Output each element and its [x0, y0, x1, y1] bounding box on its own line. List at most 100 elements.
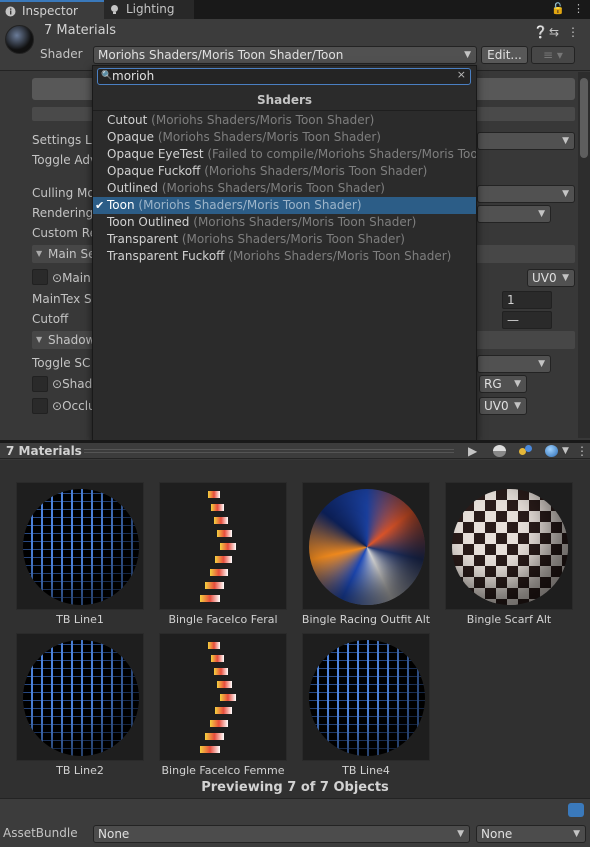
shader-option[interactable]: Transparent Fuckoff (Moriohs Shaders/Mor… — [93, 248, 476, 265]
uv-main-dropdown[interactable]: UV0 ▼ — [527, 269, 575, 287]
drag-handle[interactable] — [84, 449, 454, 453]
material-tile[interactable] — [159, 482, 287, 610]
material-tile[interactable] — [16, 482, 144, 610]
maintex-s-field[interactable]: 1 — [502, 291, 552, 309]
sphere-mesh-icon[interactable] — [493, 445, 506, 457]
rendering-label: Rendering — [32, 206, 94, 220]
texture-strip — [210, 720, 228, 727]
shader-option-path: (Failed to compile/Moriohs Shaders/Moris… — [207, 147, 476, 161]
shad-channel-value: RG — [484, 377, 502, 391]
chevron-down-icon: ▼ — [538, 359, 545, 369]
texture-strip — [205, 733, 224, 740]
assetbundle-variant-value: None — [481, 827, 513, 841]
material-label: TB Line1 — [56, 613, 104, 626]
occlu-uv-dropdown[interactable]: UV0 ▼ — [479, 397, 527, 415]
tab-inspector[interactable]: Inspector — [0, 0, 104, 19]
texture-strip — [200, 595, 220, 602]
shader-option-name: Opaque EyeTest — [107, 147, 204, 161]
material-label: Bingle FaceIco Femme — [161, 764, 285, 777]
occlu-text: Occlu — [62, 399, 96, 413]
clear-search-icon[interactable]: × — [457, 68, 466, 81]
material-label: Bingle Scarf Alt — [466, 613, 552, 626]
shader-option[interactable]: ✔ Toon (Moriohs Shaders/Moris Toon Shader… — [93, 197, 476, 214]
shader-option[interactable]: Opaque EyeTest (Failed to compile/Morioh… — [93, 146, 476, 163]
shader-option-path: (Moriohs Shaders/Moris Toon Shader) — [204, 164, 428, 178]
shader-option[interactable]: Toon Outlined (Moriohs Shaders/Moris Too… — [93, 214, 476, 231]
shader-option-path: (Moriohs Shaders/Moris Toon Shader) — [138, 198, 362, 212]
shader-option[interactable]: Cutout (Moriohs Shaders/Moris Toon Shade… — [93, 112, 476, 129]
material-tile[interactable] — [302, 633, 430, 761]
material-tile[interactable] — [159, 633, 287, 761]
kebab-menu-icon[interactable]: ⋮ — [567, 25, 579, 39]
shad-label: ⊙Shad — [52, 377, 93, 391]
toggle-sc-dropdown[interactable]: ▼ — [477, 355, 551, 373]
chevron-down-icon: ▼ — [573, 829, 580, 839]
shader-option-name: Opaque Fuckoff — [107, 164, 201, 178]
material-tile[interactable] — [445, 482, 573, 610]
shader-option[interactable]: Outlined (Moriohs Shaders/Moris Toon Sha… — [93, 180, 476, 197]
shader-option-path: (Moriohs Shaders/Moris Toon Shader) — [161, 181, 385, 195]
material-label: Bingle Racing Outfit Alt — [301, 613, 431, 626]
kebab-menu-icon[interactable]: ⋮ — [573, 2, 584, 15]
chevron-down-icon: ▼ — [538, 209, 545, 219]
material-tile[interactable] — [16, 633, 144, 761]
occlu-thumbnail[interactable] — [32, 398, 48, 414]
assetbundle-name-value: None — [98, 827, 130, 841]
edit-shader-button[interactable]: Edit... — [481, 46, 528, 64]
settings-level-label: Settings Le — [32, 133, 99, 147]
assetbundle-variant-dropdown[interactable]: None ▼ — [476, 825, 586, 843]
main-tex-thumbnail[interactable] — [32, 269, 48, 285]
shader-option[interactable]: Opaque (Moriohs Shaders/Moris Toon Shade… — [93, 129, 476, 146]
texture-strip — [208, 491, 220, 498]
search-input[interactable]: 🔍 morioh × — [97, 68, 471, 85]
preview-status: Previewing 7 of 7 Objects — [201, 780, 389, 795]
wireframe-sphere-icon — [309, 640, 425, 756]
material-label: TB Line2 — [56, 764, 104, 777]
tag-icon[interactable] — [568, 803, 584, 817]
tab-lighting[interactable]: Lighting — [104, 0, 194, 19]
culling-mode-label: Culling Mo — [32, 186, 95, 200]
popup-title: Shaders — [93, 90, 476, 111]
shader-option-path: (Moriohs Shaders/Moris Toon Shader) — [181, 232, 405, 246]
settings-icon[interactable]: ⇆ — [549, 25, 559, 39]
shader-label: Shader — [40, 47, 83, 61]
texture-strip — [220, 694, 236, 701]
shader-option-name: Opaque — [107, 130, 155, 144]
wireframe-sphere-icon — [23, 640, 139, 756]
settings-level-dropdown[interactable]: ▼ — [477, 132, 575, 150]
material-tile[interactable] — [302, 482, 430, 610]
shader-option-name: Transparent — [107, 232, 179, 246]
racing-sphere-icon — [309, 489, 425, 605]
kebab-menu-icon[interactable]: ⋮ — [576, 443, 588, 459]
shader-option[interactable]: Opaque Fuckoff (Moriohs Shaders/Moris To… — [93, 163, 476, 180]
play-icon[interactable]: ▶ — [468, 443, 477, 459]
lock-icon[interactable]: 🔓 — [551, 2, 565, 15]
scrollbar-thumb[interactable] — [580, 78, 588, 158]
shad-channel-dropdown[interactable]: RG ▼ — [479, 375, 527, 393]
shad-thumbnail[interactable] — [32, 376, 48, 392]
shader-option[interactable]: Transparent (Moriohs Shaders/Moris Toon … — [93, 231, 476, 248]
chevron-down-icon[interactable]: ▼ — [562, 444, 569, 458]
toggle-adv-label: Toggle Adv — [32, 153, 98, 167]
shader-option-name: Toon — [107, 198, 135, 212]
background-sphere-icon[interactable] — [545, 445, 558, 457]
shader-option-name: Toon Outlined — [107, 215, 190, 229]
checkmark-icon: ✔ — [95, 199, 105, 212]
chevron-down-icon: ▼ — [457, 829, 464, 839]
texture-strip — [220, 543, 236, 550]
tab-menu[interactable]: 🔓 ⋮ — [551, 2, 584, 17]
shader-dropdown[interactable]: Moriohs Shaders/Moris Toon Shader/Toon ▼ — [93, 46, 477, 64]
light-icon[interactable] — [519, 445, 533, 457]
assetbundle-name-dropdown[interactable]: None ▼ — [93, 825, 470, 843]
cutoff-field[interactable]: — — [502, 311, 552, 329]
shader-option-name: Cutout — [107, 113, 148, 127]
chevron-down-icon: ▼ — [562, 189, 569, 199]
occlu-uv-value: UV0 — [484, 399, 509, 413]
chevron-down-icon: ▼ — [562, 273, 569, 283]
shader-option-path: (Moriohs Shaders/Moris Toon Shader) — [157, 130, 381, 144]
rendering-dropdown[interactable]: ▼ — [477, 205, 551, 223]
shader-options-button[interactable]: ≡ ▾ — [531, 46, 575, 64]
page-title: 7 Materials — [44, 23, 116, 38]
help-icon[interactable]: ❔ — [533, 25, 548, 39]
culling-mode-dropdown[interactable]: ▼ — [477, 185, 575, 203]
